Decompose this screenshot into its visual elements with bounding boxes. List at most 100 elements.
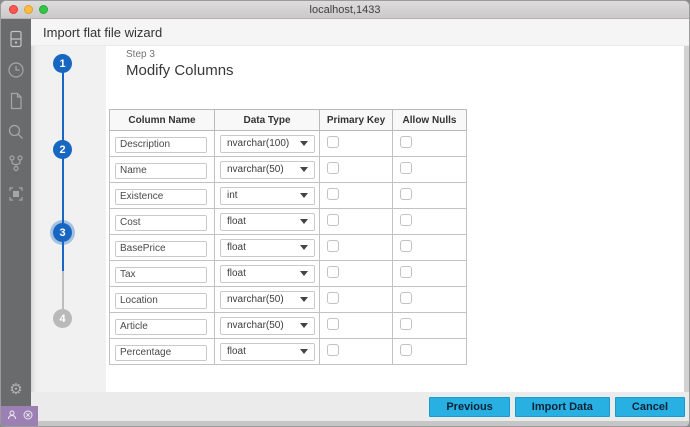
column-name-input[interactable]	[115, 188, 207, 205]
data-type-value: int	[227, 190, 238, 201]
step-label: Step 3	[126, 49, 155, 60]
app-window: localhost,1433 ⚙ Import flat file wizard…	[0, 0, 690, 427]
allow-nulls-checkbox[interactable]	[400, 239, 412, 252]
table-row: nvarchar(50)	[109, 156, 467, 183]
allow-nulls-checkbox[interactable]	[400, 291, 412, 304]
chevron-down-icon	[300, 323, 308, 328]
source-control-icon[interactable]	[1, 147, 31, 178]
chevron-down-icon	[300, 193, 308, 198]
minimize-button[interactable]	[24, 5, 33, 14]
status-bar	[1, 406, 38, 426]
table-row: nvarchar(50)	[109, 312, 467, 339]
primary-key-checkbox[interactable]	[327, 161, 339, 174]
data-type-dropdown[interactable]: float	[220, 238, 315, 257]
data-type-dropdown[interactable]: int	[220, 186, 315, 205]
column-header-name: Column Name	[109, 109, 215, 131]
window-title: localhost,1433	[309, 3, 381, 16]
import-data-button[interactable]: Import Data	[514, 396, 610, 417]
zoom-button[interactable]	[39, 5, 48, 14]
table-row: nvarchar(50)	[109, 286, 467, 313]
activity-bar: ⚙	[1, 19, 31, 426]
traffic-lights	[9, 5, 48, 14]
data-type-value: nvarchar(100)	[227, 138, 290, 149]
window-right-edge	[684, 46, 689, 392]
data-type-dropdown[interactable]: nvarchar(50)	[220, 160, 315, 179]
wizard-footer: Previous Import Data Cancel	[31, 392, 689, 421]
wizard-title: Import flat file wizard	[43, 24, 163, 40]
page-title: Modify Columns	[126, 62, 234, 79]
wizard-content: Step 3 Modify Columns Column Name Data T…	[106, 46, 689, 392]
data-type-value: float	[227, 346, 246, 357]
primary-key-checkbox[interactable]	[327, 135, 339, 148]
history-clock-icon[interactable]	[1, 54, 31, 85]
column-header-primarykey: Primary Key	[319, 109, 393, 131]
close-button[interactable]	[9, 5, 18, 14]
column-name-input[interactable]	[115, 162, 207, 179]
primary-key-checkbox[interactable]	[327, 265, 339, 278]
wizard-header: Import flat file wizard	[31, 19, 689, 46]
chevron-down-icon	[300, 271, 308, 276]
table-row: float	[109, 260, 467, 287]
file-icon[interactable]	[1, 85, 31, 116]
table-row: float	[109, 208, 467, 235]
allow-nulls-checkbox[interactable]	[400, 343, 412, 356]
allow-nulls-checkbox[interactable]	[400, 317, 412, 330]
column-name-input[interactable]	[115, 136, 207, 153]
data-type-value: float	[227, 216, 246, 227]
table-row: float	[109, 234, 467, 261]
extensions-icon[interactable]	[1, 178, 31, 209]
chevron-down-icon	[300, 167, 308, 172]
error-icon[interactable]	[23, 407, 33, 425]
table-row: nvarchar(100)	[109, 130, 467, 157]
data-type-value: float	[227, 268, 246, 279]
data-type-value: nvarchar(50)	[227, 294, 284, 305]
primary-key-checkbox[interactable]	[327, 239, 339, 252]
data-type-dropdown[interactable]: float	[220, 212, 315, 231]
column-name-input[interactable]	[115, 344, 207, 361]
allow-nulls-checkbox[interactable]	[400, 213, 412, 226]
data-type-value: float	[227, 242, 246, 253]
primary-key-checkbox[interactable]	[327, 291, 339, 304]
chevron-down-icon	[300, 349, 308, 354]
column-name-input[interactable]	[115, 292, 207, 309]
step-2-indicator: 2	[53, 140, 72, 159]
chevron-down-icon	[300, 245, 308, 250]
primary-key-checkbox[interactable]	[327, 187, 339, 200]
step-1-indicator: 1	[53, 54, 72, 73]
column-name-input[interactable]	[115, 214, 207, 231]
data-type-value: nvarchar(50)	[227, 320, 284, 331]
primary-key-checkbox[interactable]	[327, 317, 339, 330]
table-row: float	[109, 338, 467, 365]
allow-nulls-checkbox[interactable]	[400, 265, 412, 278]
allow-nulls-checkbox[interactable]	[400, 187, 412, 200]
window-bottom-edge	[31, 421, 689, 426]
allow-nulls-checkbox[interactable]	[400, 161, 412, 174]
column-header-datatype: Data Type	[214, 109, 320, 131]
chevron-down-icon	[300, 219, 308, 224]
cancel-button[interactable]: Cancel	[614, 396, 685, 417]
column-name-input[interactable]	[115, 240, 207, 257]
data-type-dropdown[interactable]: nvarchar(50)	[220, 316, 315, 335]
servers-icon[interactable]	[1, 23, 31, 54]
chevron-down-icon	[300, 297, 308, 302]
column-name-input[interactable]	[115, 266, 207, 283]
data-type-dropdown[interactable]: nvarchar(100)	[220, 134, 315, 153]
column-name-input[interactable]	[115, 318, 207, 335]
data-type-dropdown[interactable]: nvarchar(50)	[220, 290, 315, 309]
previous-button[interactable]: Previous	[429, 396, 510, 417]
table-row: int	[109, 182, 467, 209]
settings-gear-icon[interactable]: ⚙	[1, 374, 31, 405]
data-type-dropdown[interactable]: float	[220, 264, 315, 283]
wizard-dialog: Import flat file wizard 1 2 3 4 Step 3 M…	[31, 19, 689, 426]
search-icon[interactable]	[1, 116, 31, 147]
allow-nulls-checkbox[interactable]	[400, 135, 412, 148]
primary-key-checkbox[interactable]	[327, 343, 339, 356]
step-3-indicator: 3	[53, 223, 72, 242]
data-type-dropdown[interactable]: float	[220, 342, 315, 361]
titlebar: localhost,1433	[1, 1, 689, 19]
data-type-value: nvarchar(50)	[227, 164, 284, 175]
columns-table: Column Name Data Type Primary Key Allow …	[109, 109, 467, 365]
step-4-indicator: 4	[53, 309, 72, 328]
account-icon[interactable]	[7, 407, 17, 425]
primary-key-checkbox[interactable]	[327, 213, 339, 226]
